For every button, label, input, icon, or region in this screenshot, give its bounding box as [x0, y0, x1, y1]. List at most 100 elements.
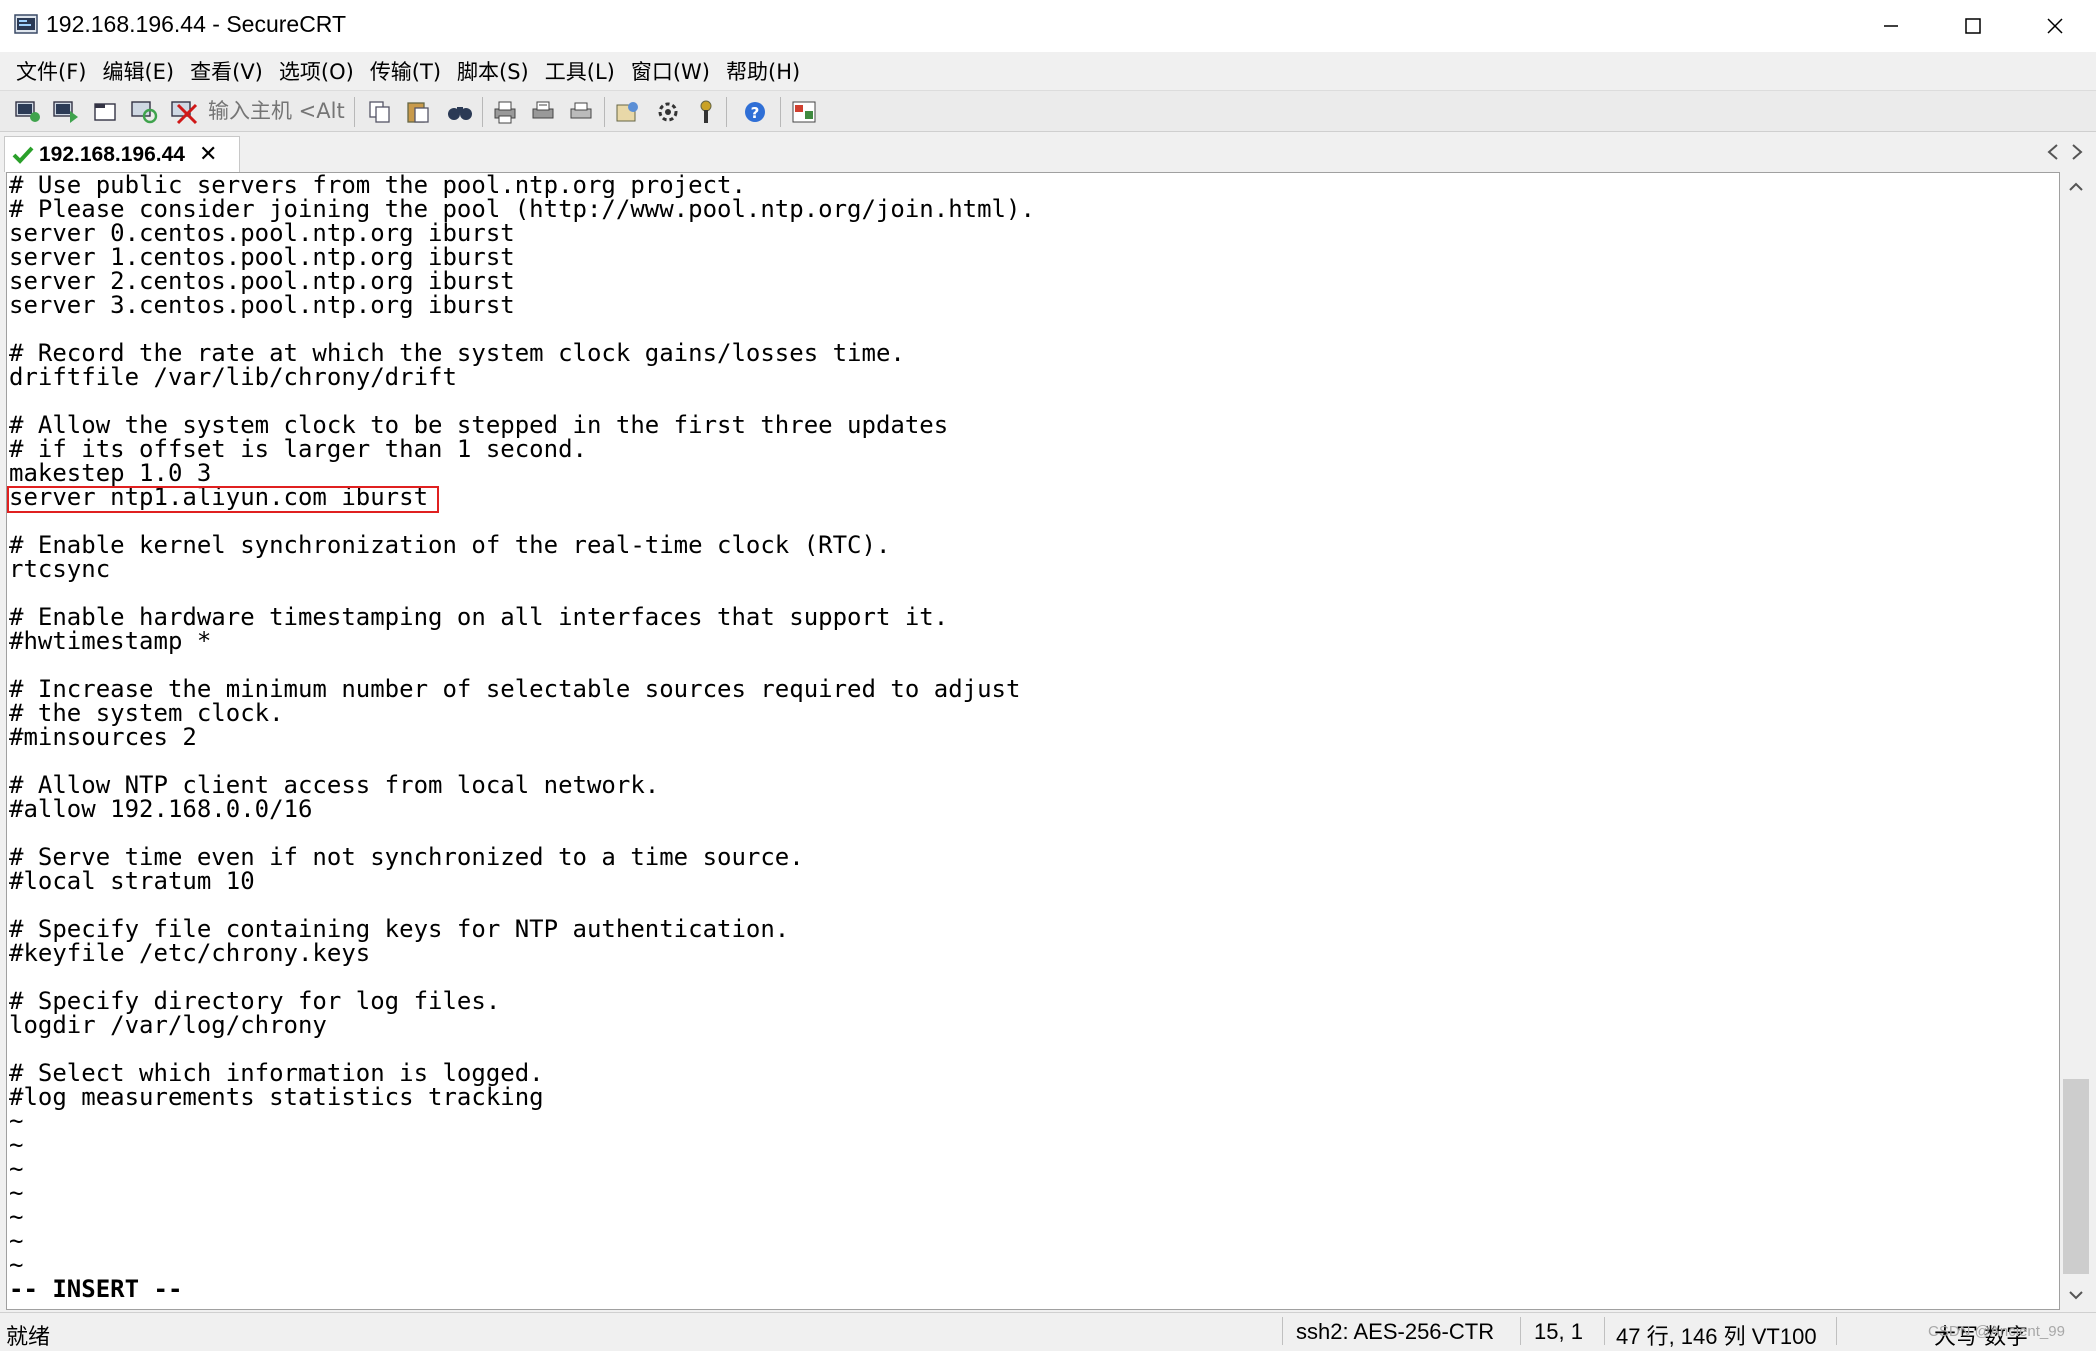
disconnect-button[interactable] — [170, 99, 198, 125]
terminal-line: # Select which information is logged. — [9, 1059, 544, 1087]
terminal-line: # Specify directory for log files. — [9, 987, 501, 1015]
help-button[interactable]: ? — [742, 99, 770, 125]
paste-button[interactable] — [404, 99, 432, 125]
print-button[interactable] — [568, 99, 596, 125]
terminal-line: makestep 1.0 3 — [9, 459, 212, 487]
connect-in-tab-button[interactable] — [92, 99, 120, 125]
session-options-button[interactable] — [614, 99, 642, 125]
connect-button[interactable] — [14, 99, 42, 125]
menu-script[interactable]: 脚本(S) — [449, 56, 537, 86]
tab-scroll-right-icon[interactable] — [2068, 142, 2086, 162]
scroll-thumb[interactable] — [2063, 1079, 2089, 1274]
status-encryption: ssh2: AES-256-CTR — [1296, 1319, 1495, 1344]
session-tab[interactable]: 192.168.196.44 ✕ — [4, 136, 240, 172]
terminal-line: server 1.centos.pool.ntp.org iburst — [9, 243, 515, 271]
terminal-line: # Enable kernel synchronization of the r… — [9, 531, 891, 559]
find-button[interactable] — [446, 99, 474, 125]
quick-connect-icon — [53, 101, 78, 123]
reconnect-button[interactable] — [130, 99, 158, 125]
menu-help[interactable]: 帮助(H) — [718, 56, 808, 86]
print-setup-button[interactable] — [492, 99, 520, 125]
terminal-line: logdir /var/log/chrony — [9, 1011, 327, 1039]
print-icon — [570, 102, 592, 119]
terminal-line: # Serve time even if not synchronized to… — [9, 843, 804, 871]
minimize-icon — [1884, 25, 1898, 27]
toolbar-separator — [354, 97, 355, 127]
quick-connect-button[interactable] — [52, 99, 80, 125]
status-ready: 就绪 — [6, 1324, 51, 1349]
close-icon — [2047, 18, 2063, 34]
copy-button[interactable] — [366, 99, 394, 125]
tab-bar: 192.168.196.44 ✕ — [0, 132, 2096, 172]
find-icon — [448, 107, 472, 120]
menu-file[interactable]: 文件(F) — [8, 56, 94, 86]
terminal-line-tilde: ~ — [9, 1155, 24, 1183]
highlight-annotation-box — [7, 486, 439, 513]
menu-transfer[interactable]: 传输(T) — [362, 56, 449, 86]
terminal-line: # Use public servers from the pool.ntp.o… — [9, 172, 746, 199]
menu-edit[interactable]: 编辑(E) — [94, 56, 182, 86]
tab-close-icon[interactable]: ✕ — [199, 142, 217, 167]
close-button[interactable] — [2014, 0, 2096, 52]
terminal-line: #hwtimestamp * — [9, 627, 212, 655]
menu-tools[interactable]: 工具(L) — [537, 56, 623, 86]
terminal-line: # Record the rate at which the system cl… — [9, 339, 905, 367]
window-title: 192.168.196.44 - SecureCRT — [46, 11, 347, 37]
toolbar: ? — [0, 90, 2096, 132]
menu-options[interactable]: 选项(O) — [271, 56, 362, 86]
toolbar-separator — [780, 97, 781, 127]
terminal-line: #allow 192.168.0.0/16 — [9, 795, 313, 823]
scroll-down-button[interactable] — [2060, 1280, 2092, 1310]
terminal-line: server 3.centos.pool.ntp.org iburst — [9, 291, 515, 319]
status-divider — [1282, 1317, 1283, 1345]
sftp-icon — [792, 101, 816, 123]
maximize-button[interactable] — [1932, 0, 2014, 52]
terminal-line: #local stratum 10 — [9, 867, 255, 895]
csdn-watermark: CSDN @Ancient_99 — [1928, 1323, 2065, 1340]
vertical-scrollbar[interactable] — [2060, 172, 2092, 1310]
help-icon: ? — [745, 102, 765, 122]
terminal-view[interactable]: # Use public servers from the pool.ntp.o… — [6, 172, 2060, 1310]
terminal-line: #minsources 2 — [9, 723, 197, 751]
status-cursor-position: 15, 1 — [1534, 1319, 1583, 1344]
chevron-down-icon — [2069, 1291, 2083, 1300]
maximize-icon — [1965, 18, 1981, 34]
sftp-button[interactable] — [790, 99, 818, 125]
menu-view[interactable]: 查看(V) — [182, 56, 271, 86]
terminal-line-tilde: ~ — [9, 1131, 24, 1159]
global-options-button[interactable] — [654, 99, 682, 125]
menu-bar: 文件(F) 编辑(E) 查看(V) 选项(O) 传输(T) 脚本(S) 工具(L… — [0, 52, 2096, 90]
tab-label: 192.168.196.44 — [39, 142, 185, 166]
menu-window[interactable]: 窗口(W) — [623, 56, 718, 86]
terminal-line: #keyfile /etc/chrony.keys — [9, 939, 371, 967]
scroll-up-button[interactable] — [2060, 172, 2092, 202]
terminal-line-tilde: ~ — [9, 1203, 24, 1231]
host-input[interactable] — [202, 97, 352, 125]
terminal-line: # the system clock. — [9, 699, 284, 727]
keymap-icon — [700, 100, 712, 123]
print-setup-icon — [494, 101, 516, 124]
terminal-line-tilde: ~ — [9, 1179, 24, 1207]
terminal-line: server 0.centos.pool.ntp.org iburst — [9, 219, 515, 247]
connected-check-icon — [12, 146, 34, 164]
terminal-line: # Allow the system clock to be stepped i… — [9, 411, 949, 439]
vim-mode-indicator: -- INSERT -- — [9, 1275, 183, 1303]
minimize-button[interactable] — [1850, 0, 1932, 52]
terminal-line: driftfile /var/lib/chrony/drift — [9, 363, 457, 391]
print-selection-button[interactable] — [530, 99, 558, 125]
terminal-line: # Allow NTP client access from local net… — [9, 771, 660, 799]
keymap-button[interactable] — [694, 99, 722, 125]
tab-scroll-left-icon[interactable] — [2044, 142, 2062, 162]
global-options-icon — [658, 102, 678, 122]
terminal-line: # Enable hardware timestamping on all in… — [9, 603, 949, 631]
status-divider — [1836, 1317, 1837, 1345]
terminal-line: server 2.centos.pool.ntp.org iburst — [9, 267, 515, 295]
